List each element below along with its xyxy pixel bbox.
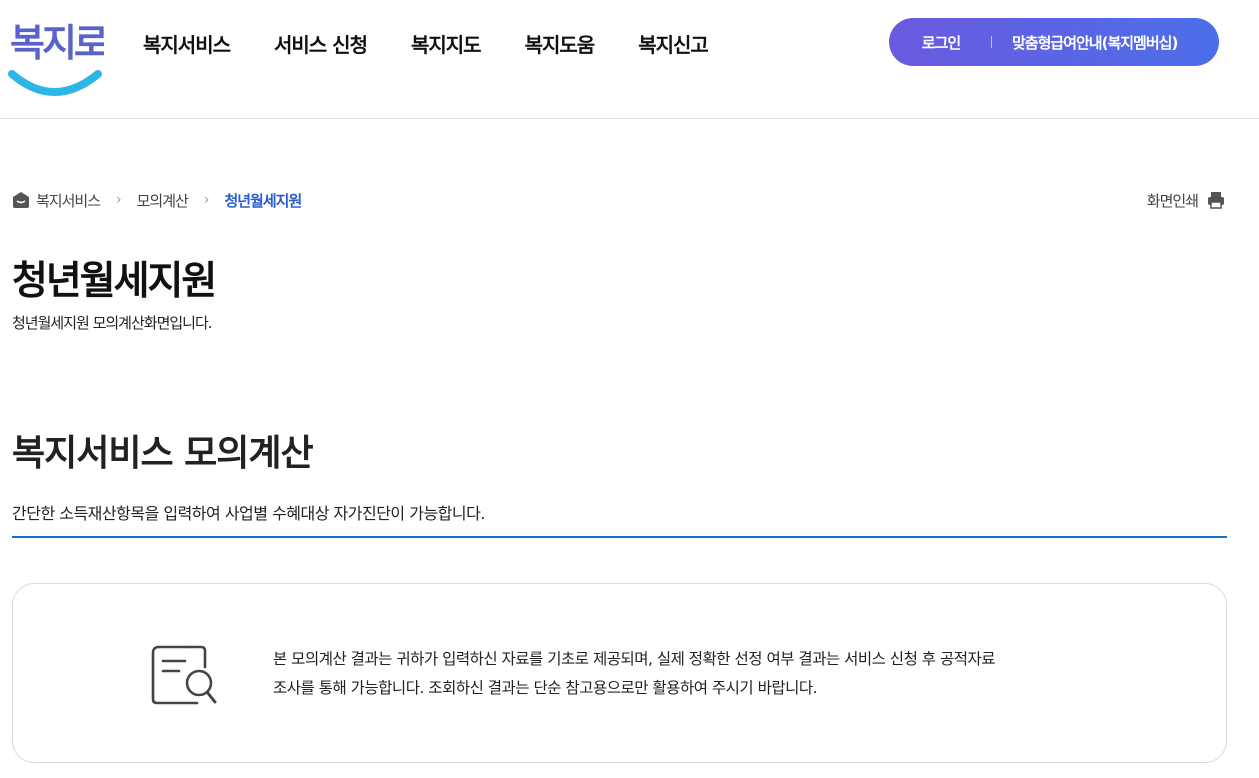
nav-service-apply[interactable]: 서비스 신청 bbox=[274, 30, 368, 60]
print-button[interactable]: 화면인쇄 bbox=[1147, 188, 1226, 212]
chevron-right-icon: › bbox=[203, 192, 210, 208]
nav-welfare-help[interactable]: 복지도움 bbox=[525, 30, 596, 60]
home-icon[interactable] bbox=[12, 191, 30, 209]
section-title: 복지서비스 모의계산 bbox=[12, 433, 314, 474]
breadcrumb-item[interactable]: 모의계산 bbox=[137, 190, 189, 211]
printer-icon bbox=[1208, 192, 1224, 209]
divider bbox=[991, 36, 992, 48]
logo-mark-icon: 복지로 bbox=[8, 21, 111, 96]
notice-box: 본 모의계산 결과는 귀하가 입력하신 자료를 기초로 제공되며, 실제 정확한… bbox=[12, 583, 1227, 763]
svg-text:복지로: 복지로 bbox=[10, 21, 104, 65]
document-search-icon bbox=[151, 645, 217, 705]
breadcrumb-current: 청년월세지원 bbox=[224, 191, 302, 210]
section-description: 간단한 소득재산항목을 입력하여 사업별 수혜대상 자가진단이 가능합니다. bbox=[12, 504, 485, 523]
notice-text: 본 모의계산 결과는 귀하가 입력하신 자료를 기초로 제공되며, 실제 정확한… bbox=[273, 645, 1093, 703]
section-divider bbox=[12, 536, 1227, 538]
custom-benefit-guide-button[interactable]: 맞춤형급여안내(복지멤버십) bbox=[1012, 32, 1178, 53]
user-utility-bar: 로그인 맞춤형급여안내(복지멤버십) bbox=[889, 18, 1219, 66]
breadcrumb: 복지서비스 › 모의계산 › 청년월세지원 bbox=[12, 188, 302, 212]
main-navigation: 복지서비스 서비스 신청 복지지도 복지도움 복지신고 bbox=[143, 30, 752, 60]
breadcrumb-item[interactable]: 복지서비스 bbox=[36, 190, 101, 211]
page-description: 청년월세지원 모의계산화면입니다. bbox=[12, 314, 213, 332]
nav-welfare-service[interactable]: 복지서비스 bbox=[143, 30, 231, 60]
site-logo[interactable]: 복지로 bbox=[8, 12, 111, 102]
notice-line: 본 모의계산 결과는 귀하가 입력하신 자료를 기초로 제공되며, 실제 정확한… bbox=[273, 650, 995, 668]
page-title: 청년월세지원 bbox=[12, 259, 217, 304]
print-label: 화면인쇄 bbox=[1146, 191, 1199, 210]
site-header: 복지로 복지서비스 서비스 신청 복지지도 복지도움 복지신고 로그인 맞춤형급… bbox=[0, 0, 1259, 119]
login-button[interactable]: 로그인 bbox=[891, 32, 991, 53]
nav-welfare-report[interactable]: 복지신고 bbox=[638, 30, 709, 60]
nav-welfare-map[interactable]: 복지지도 bbox=[411, 30, 482, 60]
chevron-right-icon: › bbox=[116, 192, 122, 208]
notice-line: 조사를 통해 가능합니다. 조회하신 결과는 단순 참고용으로만 활용하여 주시… bbox=[273, 679, 818, 697]
